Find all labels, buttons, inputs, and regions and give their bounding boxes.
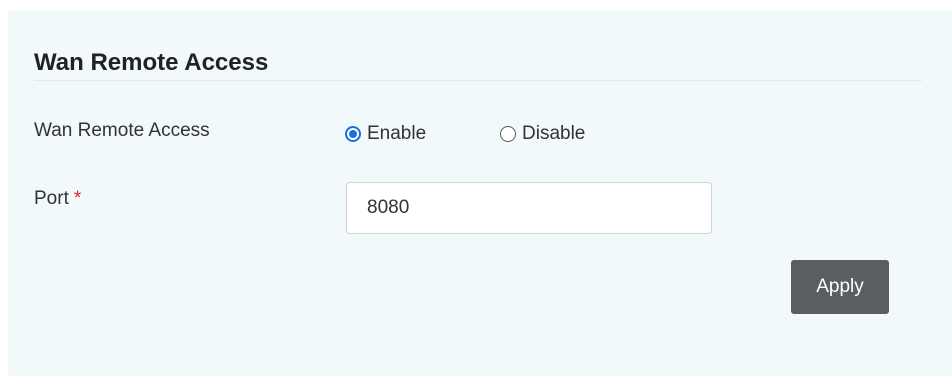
section-divider: [34, 80, 922, 81]
disable-radio-label[interactable]: Disable: [522, 122, 585, 146]
required-marker: *: [73, 188, 82, 209]
enable-radio-label[interactable]: Enable: [367, 122, 426, 146]
port-label: Port *: [34, 187, 81, 211]
port-input[interactable]: [346, 182, 712, 234]
section-title: Wan Remote Access: [34, 49, 269, 76]
disable-radio-option[interactable]: Disable: [500, 122, 585, 146]
enable-radio-button[interactable]: [345, 126, 361, 142]
port-label-text: Port: [34, 188, 69, 209]
enable-radio-option[interactable]: Enable: [345, 122, 426, 146]
wan-remote-access-label: Wan Remote Access: [34, 120, 210, 141]
apply-button[interactable]: Apply: [791, 260, 889, 314]
settings-panel: Wan Remote Access Wan Remote Access Enab…: [8, 10, 952, 376]
disable-radio-button[interactable]: [500, 126, 516, 142]
